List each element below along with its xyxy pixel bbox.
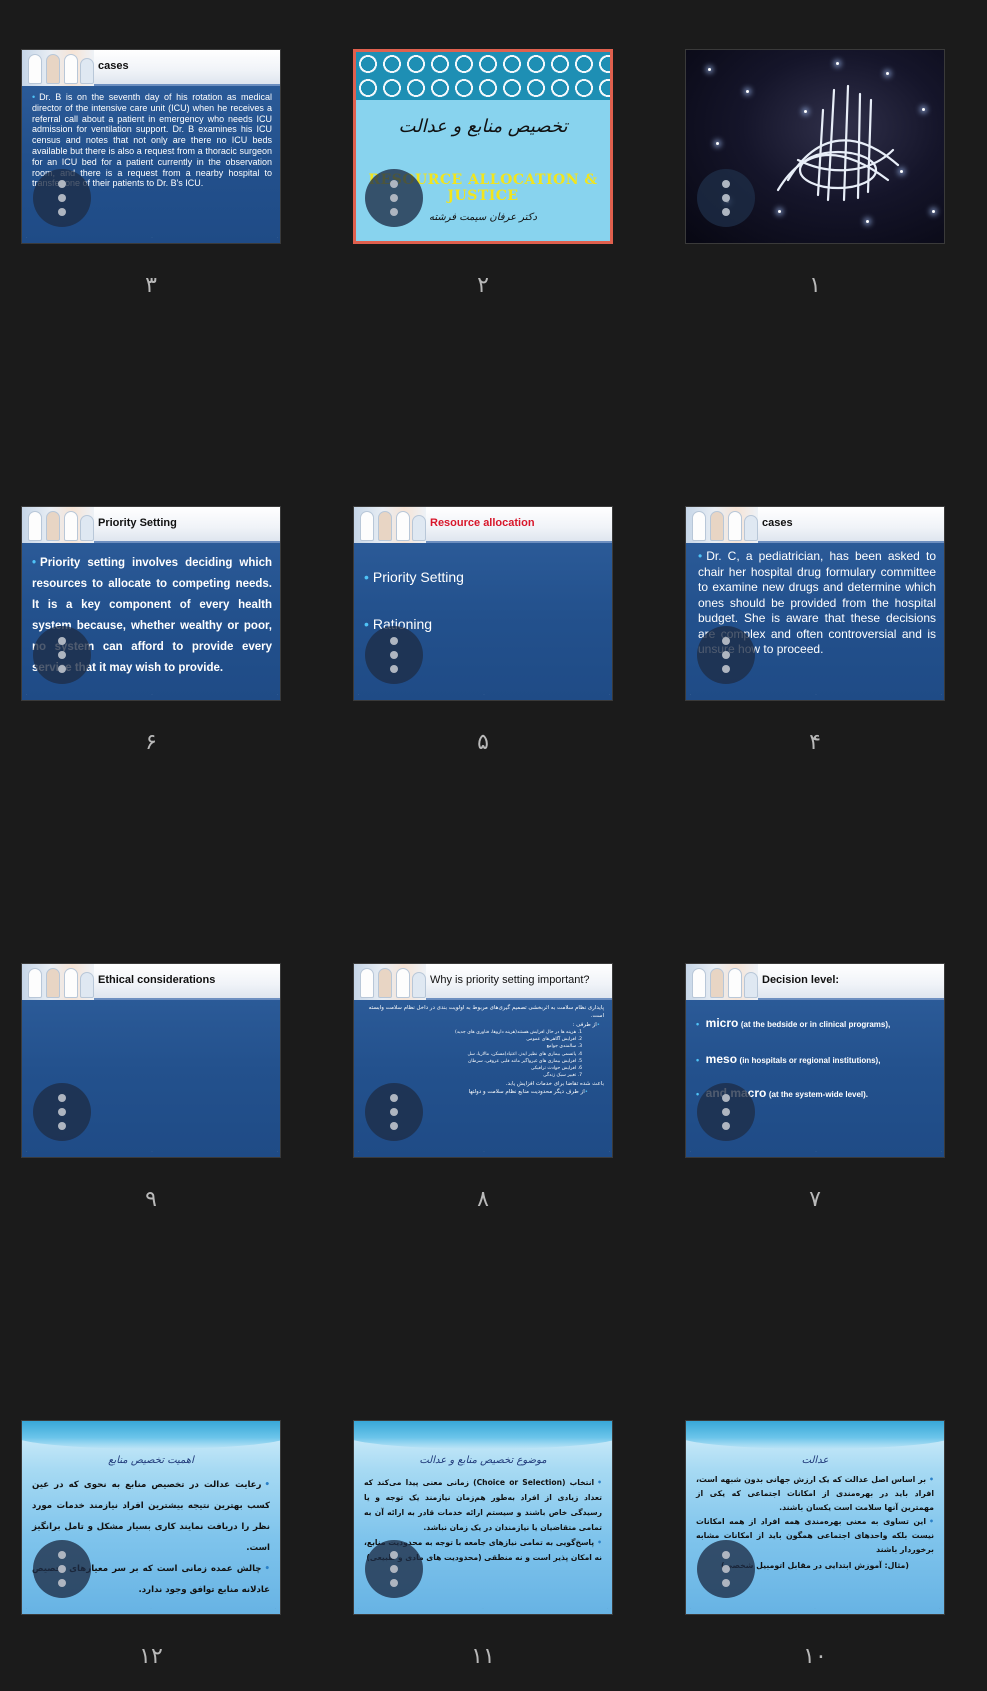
slide-12-menu-button[interactable] [33,1540,91,1598]
slide-footer: · · · [358,1606,608,1610]
slide-5-menu-button[interactable] [365,626,423,684]
slide-thumbnail-4[interactable]: cases Dr. C, a pediatrician, has been as… [685,506,945,755]
slide-8-list-item: 7. تغییر سبک زندگی [543,1073,582,1079]
slide-5-title: Resource allocation [430,517,535,529]
slide-thumbnail-3[interactable]: cases Dr. B is on the seventh day of his… [21,49,281,298]
slide-header: cases [686,507,944,543]
slide-4-number: ۴ [809,730,821,755]
doctors-photo-icon [22,507,94,543]
slide-11-number: ۱۱ [471,1644,495,1669]
slide-10-number: ۱۰ [803,1644,827,1669]
slide-thumbnail-5[interactable]: Resource allocation Priority Setting Rat… [353,506,613,755]
slide-header: Decision level: [686,964,944,1000]
slide-6-number: ۶ [145,730,157,755]
decorative-wave [22,1421,280,1449]
slide-footer: · · · [690,1149,942,1153]
slide-thumbnail-12[interactable]: اهمیت تخصیص منابع رعایت عدالت در تخصیص م… [21,1420,281,1669]
slide-header: Priority Setting [22,507,280,543]
decorative-wave [686,1421,944,1449]
doctors-photo-icon [686,507,758,543]
slide-4-menu-button[interactable] [697,626,755,684]
slide-header: Resource allocation [354,507,612,543]
slide-footer: · · · [26,1606,276,1610]
slide-8-intro: پایداری نظام سلامت به اثربخشی تصمیم گیری… [368,1005,604,1019]
slide-7-item-2: meso (in hospitals or regional instituti… [696,1052,936,1066]
slide-footer: · · · [26,235,278,239]
slide-11-menu-button[interactable] [365,1540,423,1598]
slide-thumbnail-6[interactable]: Priority Setting Priority setting involv… [21,506,281,755]
slide-7-desc: (at the system-wide level). [768,1090,869,1099]
slide-12-title: اهمیت تخصیص منابع [108,1455,194,1466]
decorative-pattern [356,52,610,100]
slide-7-title: Decision level: [762,974,840,986]
slide-8-list-item: 2. افزایش آگاهی‌های عمومی [526,1037,582,1043]
slide-8-menu-button[interactable] [365,1083,423,1141]
slide-footer: · · · [358,1149,610,1153]
slide-6-menu-button[interactable] [33,626,91,684]
slide-thumbnail-8[interactable]: Why is priority setting important? پایدا… [353,963,613,1212]
slide-3-number: ۳ [145,273,157,298]
slide-footer: · · · [358,692,610,696]
slide-thumbnail-2[interactable]: تخصیص منابع و عدالت RESOURCE ALLOCATION … [353,49,613,298]
slide-6-title: Priority Setting [98,517,177,529]
decorative-wave [354,1421,612,1449]
slide-8-list-item: 6. افزایش حوادث ترافیکی [530,1066,582,1072]
slide-8-number: ۸ [477,1187,489,1212]
slide-7-menu-button[interactable] [697,1083,755,1141]
slide-7-desc: (in hospitals or regional institutions), [739,1056,881,1065]
slide-3-title: cases [98,60,129,72]
slide-thumbnail-10[interactable]: عدالت بر اساس اصل عدالت که یک ارزش جهانی… [685,1420,945,1669]
slide-9-title: Ethical considerations [98,974,216,986]
slide-thumbnail-9[interactable]: Ethical considerations · · · ۹ [21,963,281,1212]
slide-8-list-item: 1. هزینه ها در حال افزایش هستند(هزینه دا… [455,1030,582,1035]
slide-thumbnail-7[interactable]: Decision level: micro (at the bedside or… [685,963,945,1212]
slide-8-title: Why is priority setting important? [430,974,590,986]
slide-thumbnail-11[interactable]: موضوع تخصیص منابع و عدالت انتخاب (Choice… [353,1420,613,1669]
slide-11-title: موضوع تخصیص منابع و عدالت [419,1455,547,1466]
slide-header: cases [22,50,280,86]
doctors-photo-icon [354,507,426,543]
slide-10-title: عدالت [801,1455,829,1466]
slide-footer: · · · [690,692,942,696]
slide-2-menu-button[interactable] [365,169,423,227]
slide-11-p1: انتخاب (Choice or Selection) زمانی معنی … [364,1475,602,1535]
slide-9-menu-button[interactable] [33,1083,91,1141]
doctors-photo-icon [686,964,758,1000]
slide-header: Ethical considerations [22,964,280,1000]
slide-header: Why is priority setting important? [354,964,612,1000]
doctors-photo-icon [22,964,94,1000]
slide-12-number: ۱۲ [139,1644,163,1669]
slide-2-title-fa: تخصیص منابع و عدالت [398,116,568,137]
slide-4-title: cases [762,517,793,529]
slide-8-list-item: 4. پانسمی بیماری های نظیر ایدز، اعتیاد(م… [467,1051,583,1057]
slide-thumbnail-1[interactable]: ۱ [685,49,945,298]
slide-5-number: ۵ [477,730,489,755]
slide-8-side: از طرفی : [362,1021,604,1029]
slide-5-item-1: Priority Setting [364,569,604,585]
slide-7-term: meso [705,1052,738,1066]
slide-footer: · · · [690,1606,940,1610]
slide-8-list: 1. هزینه ها در حال افزایش هستند(هزینه دا… [362,1029,604,1079]
slide-7-term: micro [705,1016,739,1030]
slide-3-menu-button[interactable] [33,169,91,227]
slide-7-item-1: micro (at the bedside or in clinical pro… [696,1016,936,1030]
slide-8-list-item: 5. افزایش بیماری های غیرواگیر مانند قلبی… [467,1058,582,1064]
bismillah-calligraphy-icon [776,84,900,202]
slide-1-menu-button[interactable] [697,169,755,227]
slide-7-number: ۷ [809,1187,821,1212]
slide-2-number: ۲ [477,273,489,298]
slide-9-number: ۹ [145,1187,157,1212]
slide-7-desc: (at the bedside or in clinical programs)… [740,1020,891,1029]
slide-10-p1: بر اساس اصل عدالت که یک ارزش جهانی بدون … [696,1473,934,1515]
slide-footer: · · · [26,1149,278,1153]
slide-10-menu-button[interactable] [697,1540,755,1598]
slide-8-list-item: 3. سالمندی جوامع [546,1044,582,1050]
slide-footer: · · · [26,692,278,696]
doctors-photo-icon [354,964,426,1000]
doctors-photo-icon [22,50,94,86]
slide-1-number: ۱ [809,273,821,298]
